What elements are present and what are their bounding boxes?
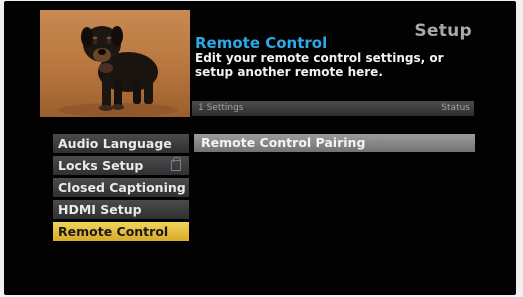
section-heading: Remote Control [195, 34, 328, 52]
lock-icon [171, 157, 181, 171]
thumbnail-image [40, 10, 190, 117]
menu-item-closed-captioning[interactable]: Closed Captioning [53, 178, 189, 197]
menu-item-remote-control[interactable]: Remote Control [53, 222, 189, 241]
screen-title: Setup [414, 21, 472, 41]
menu-item-label: Remote Control [58, 224, 169, 239]
puppy-illustration [58, 26, 178, 117]
menu-item-label: Locks Setup [58, 158, 144, 173]
tv-screen: Setup Remote Control Edit your remote co… [4, 1, 516, 295]
menu-item-label: HDMI Setup [58, 202, 142, 217]
status-column-label: Status [441, 103, 470, 113]
section-description: Edit your remote control settings, or se… [195, 51, 444, 79]
settings-row-remote-control-pairing[interactable]: Remote Control Pairing [194, 134, 475, 152]
settings-count-label: 1 Settings [198, 103, 244, 113]
menu-item-locks-setup[interactable]: Locks Setup [53, 156, 189, 175]
menu-item-label: Audio Language [58, 136, 172, 151]
menu-item-audio-language[interactable]: Audio Language [53, 134, 189, 153]
menu-item-label: Closed Captioning [58, 180, 186, 195]
setup-menu: Audio Language Locks Setup Closed Captio… [53, 134, 189, 244]
menu-item-hdmi-setup[interactable]: HDMI Setup [53, 200, 189, 219]
settings-row-label: Remote Control Pairing [201, 135, 366, 150]
column-header-bar: 1 Settings Status [192, 101, 474, 116]
